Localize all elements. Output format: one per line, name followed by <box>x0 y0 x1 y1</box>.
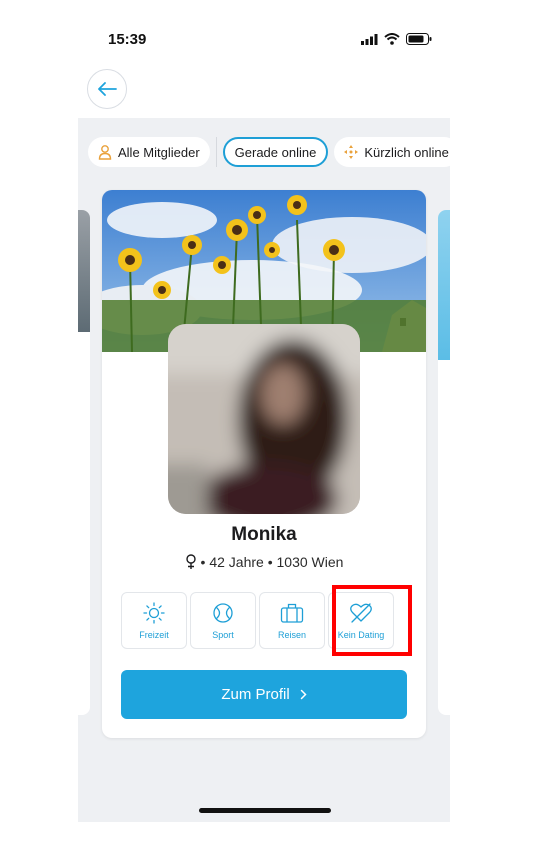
arrow-left-icon <box>98 82 117 96</box>
previous-profile-card[interactable] <box>78 210 90 715</box>
filter-recently-online-label: Kürzlich online <box>364 144 449 160</box>
interest-freizeit-label: Freizeit <box>139 629 169 640</box>
filter-all-members[interactable]: Alle Mitglieder <box>88 137 210 167</box>
interest-reisen-label: Reisen <box>277 629 306 640</box>
profile-details: • 42 Jahre • 1030 Wien <box>200 554 344 570</box>
ball-icon <box>213 602 233 623</box>
interest-reisen[interactable]: Reisen <box>259 592 325 649</box>
wifi-icon <box>384 33 400 45</box>
chevron-right-icon <box>300 689 307 700</box>
female-icon <box>185 554 196 569</box>
suitcase-icon <box>280 603 304 623</box>
battery-icon <box>406 33 432 45</box>
profile-card: Monika • 42 Jahre • 1030 Wien Freizeit S… <box>102 190 426 738</box>
view-profile-button[interactable]: Zum Profil <box>121 670 407 719</box>
highlight-box <box>332 585 412 656</box>
profile-photo[interactable] <box>168 324 360 514</box>
profile-name: Monika <box>231 524 297 545</box>
filter-all-members-label: Alle Mitglieder <box>118 144 200 160</box>
home-indicator <box>199 808 331 813</box>
filter-online-now-label: Gerade online <box>234 144 317 160</box>
back-button[interactable] <box>87 69 127 109</box>
filter-online-now[interactable]: Gerade online <box>222 137 329 167</box>
interest-freizeit[interactable]: Freizeit <box>121 592 187 649</box>
person-icon <box>98 145 112 160</box>
move-icon <box>344 145 359 159</box>
interest-sport[interactable]: Sport <box>190 592 256 649</box>
signal-icon <box>361 33 378 45</box>
interest-sport-label: Sport <box>212 629 234 640</box>
filter-separator <box>215 137 217 167</box>
sun-icon <box>143 601 165 624</box>
filter-bar: Alle Mitglieder Gerade online Kürzlich o… <box>88 137 450 167</box>
status-time: 15:39 <box>108 31 147 48</box>
status-icons <box>361 33 432 45</box>
profile-info: • 42 Jahre • 1030 Wien <box>102 554 426 570</box>
filter-recently-online[interactable]: Kürzlich online <box>334 137 450 167</box>
phone-screen: 15:39 Alle Mitglieder Gerade online Kürz… <box>78 0 450 822</box>
view-profile-label: Zum Profil <box>221 686 290 703</box>
next-profile-card[interactable] <box>438 210 450 715</box>
